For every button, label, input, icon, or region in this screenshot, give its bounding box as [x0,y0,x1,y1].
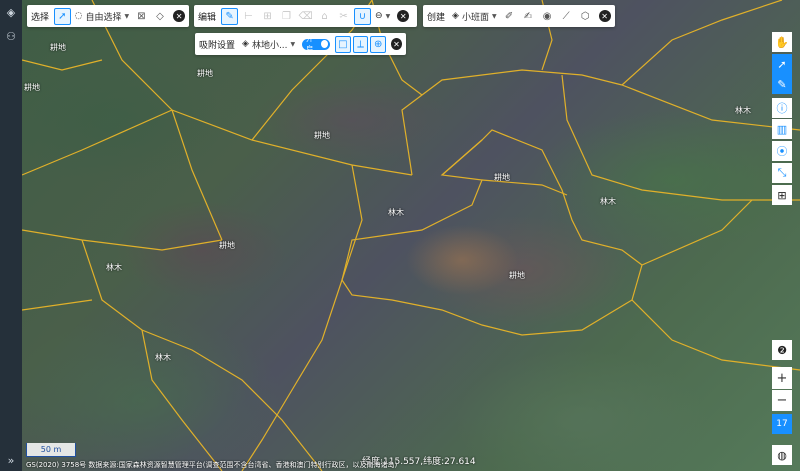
location-icon[interactable]: ⦿ [772,141,792,161]
close-icon[interactable]: ✕ [173,10,185,22]
grid-icon[interactable]: ⊞ [772,185,792,205]
select-mode-value: 自由选择 [85,12,122,23]
pointer-icon[interactable]: ➚ [54,7,71,25]
zoom-in-button[interactable]: + [772,367,792,389]
chevron-down-icon: ▼ [385,12,391,20]
create-toolbar: 创建 ◈ 小班面 ▼ ✐ ✍ ◉ ⟋ ⬡ ✕ [423,5,615,27]
edit-toolbar-title: 编辑 [198,12,217,23]
select-mode-dropdown[interactable]: ◌ 自由选择 ▼ [75,10,130,23]
snap-edge-icon[interactable]: □ [335,35,351,53]
edit-icon[interactable]: ✎ [772,74,792,94]
delete-icon[interactable]: ⌫ [297,8,314,25]
scale-bar: 50 m [26,443,76,457]
snap-layer-value: 林地小... [251,40,288,51]
layers-icon: ◈ [242,39,249,49]
boundary-line [441,139,483,176]
boundary-line [22,299,93,311]
edit-more-dropdown[interactable]: ⊖ ▼ [375,11,390,21]
map-label: 耕地 [24,83,40,92]
select-toolbar-title: 选择 [31,12,50,23]
map-label: 耕地 [494,173,510,182]
pan-hand-icon[interactable]: ✋ [772,32,792,52]
snap-layer-dropdown[interactable]: ◈ 林地小... ▼ [242,38,295,51]
pointer-icon[interactable]: ➚ [772,54,792,74]
snap-vertex-icon[interactable]: ⟂ [352,35,369,53]
boundary-line [141,329,223,471]
draw-point-icon[interactable]: ◉ [539,8,556,25]
boundary-line [81,239,323,471]
draw-freehand-icon[interactable]: ✍ [520,8,537,25]
map-label: 耕地 [50,43,66,52]
map-label: 林木 [735,106,751,115]
map-canvas[interactable]: 耕地 耕地 耕地 耕地 耕地 耕地 林木 耕地 林木 林木 林木 林木 [22,0,800,471]
reshape-icon[interactable]: ⌂ [316,8,333,25]
snap-toolbar: 吸附设置 ◈ 林地小... ▼ 开启 □ ⟂ ⊕ ✕ [195,33,406,55]
boundary-line [22,229,223,251]
map-label: 林木 [600,197,616,206]
snap-toggle[interactable]: 开启 [302,35,331,53]
boundary-line [22,59,103,71]
snap-toggle-label: 开启 [306,35,314,53]
toggle-knob [320,40,329,48]
info-icon[interactable]: ⓘ [772,98,792,118]
boundary-line [22,109,173,176]
user-settings-icon[interactable]: ⚇ [3,28,19,44]
zoom-out-button[interactable]: − [772,390,792,411]
boundary-line [171,109,223,241]
layers-icon[interactable]: ◈ [3,4,19,20]
map-label: 耕地 [314,131,330,140]
map-label: 林木 [155,353,171,362]
boundary-line [641,199,753,266]
map-label: 林木 [388,208,404,217]
close-icon[interactable]: ✕ [598,10,611,22]
snap-toolbar-title: 吸附设置 [199,40,236,51]
layer-count-icon[interactable]: ❷ [772,340,792,360]
close-icon[interactable]: ✕ [391,38,402,50]
boundary-line [401,69,623,176]
create-layer-value: 小班面 [461,12,489,23]
merge-icon[interactable]: ⊞ [259,8,276,25]
more-circle-icon: ⊖ [375,11,383,21]
left-rail: ◈ ⚇ » [0,0,22,471]
data-credit: GS(2020) 3758号 数据来源:国家森林资源智慧管理平台(调查范围不含台… [26,461,398,469]
box-select-icon[interactable]: ⊠ [133,8,150,25]
eraser-icon[interactable]: ◇ [152,8,169,25]
chevron-down-icon: ▼ [290,40,296,48]
parcel-boundaries [22,0,800,471]
panel-icon[interactable]: ▥ [772,119,792,139]
draw-polygon-icon[interactable]: ✐ [501,8,518,25]
chevron-down-icon: ▼ [124,12,130,20]
draw-line-icon[interactable]: ⟋ [558,8,575,25]
close-icon[interactable]: ✕ [397,10,410,22]
snap-midpoint-icon[interactable]: ⊕ [370,35,387,53]
create-toolbar-title: 创建 [427,12,446,23]
map-label: 耕地 [197,69,213,78]
copy-icon[interactable]: ❐ [278,8,295,25]
layers-icon: ◈ [452,11,459,21]
select-toolbar: 选择 ➚ ◌ 自由选择 ▼ ⊠ ◇ ✕ [27,5,189,27]
map-label: 林木 [106,263,122,272]
chevron-down-icon: ▼ [491,12,497,20]
magnet-icon[interactable]: ∪ [354,7,372,25]
boundary-line [621,0,783,86]
map-label: 耕地 [509,271,525,280]
lasso-icon: ◌ [74,11,83,21]
draw-hexagon-icon[interactable]: ⬡ [577,8,594,25]
map-label: 耕地 [219,241,235,250]
edit-vertex-icon[interactable]: ✎ [221,7,239,25]
boundary-line [241,164,363,471]
split-icon[interactable]: ⊢ [240,8,257,25]
clip-icon[interactable]: ✂ [335,8,352,25]
edit-toolbar: 编辑 ✎ ⊢ ⊞ ❐ ⌫ ⌂ ✂ ∪ ⊖ ▼ ✕ [194,5,417,27]
boundary-line [561,74,800,201]
create-layer-dropdown[interactable]: ◈ 小班面 ▼ [452,10,497,23]
expand-icon[interactable]: » [3,452,19,468]
boundary-line [341,129,643,336]
globe-icon[interactable]: ◍ [772,445,792,465]
zoom-level-badge: 17 [772,414,792,434]
fullscreen-icon[interactable]: ⤡ [772,163,792,183]
